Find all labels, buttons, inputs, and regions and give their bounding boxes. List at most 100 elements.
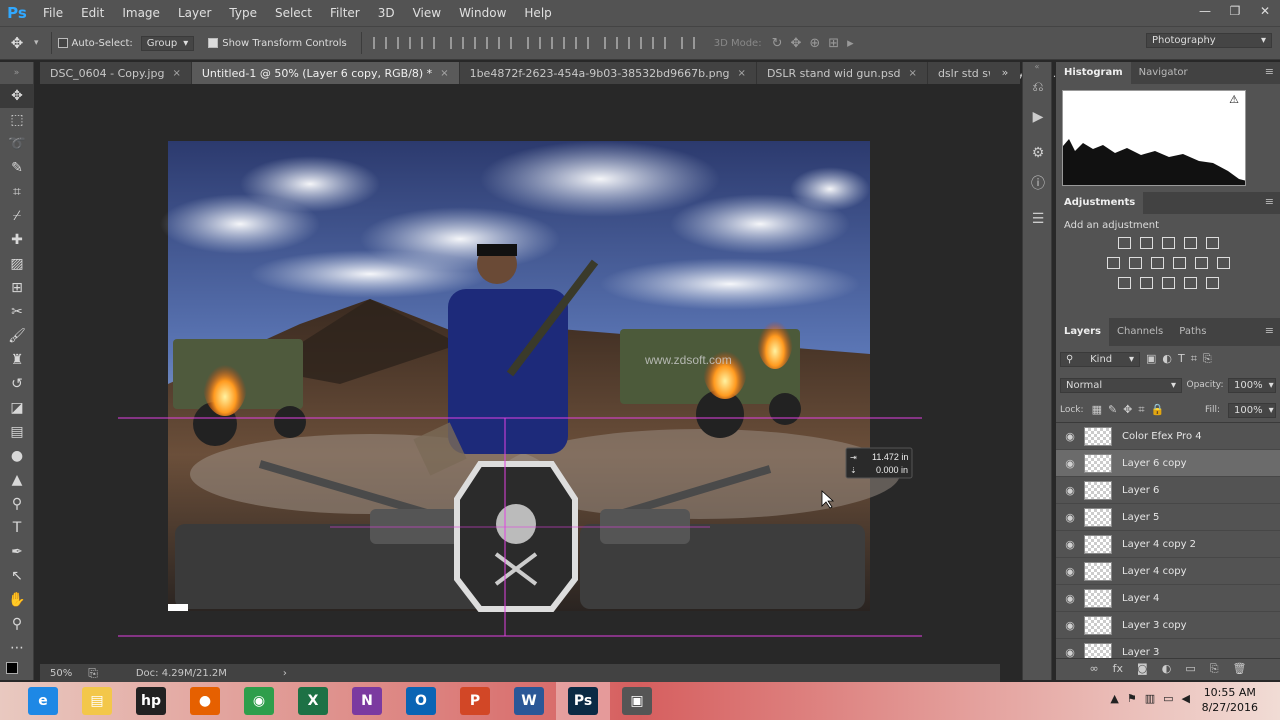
color-balance-icon[interactable] (1128, 257, 1142, 269)
close-tab-icon[interactable]: × (440, 68, 448, 79)
layer-row[interactable]: ◉ Layer 4 copy (1056, 558, 1280, 585)
eraser-tool-icon[interactable]: ◪ (0, 396, 34, 420)
collapse-icon[interactable]: » (0, 62, 33, 84)
path-selection-tool-icon[interactable]: ↖ (0, 564, 34, 588)
document-tab[interactable]: DSLR stand wid gun.psd × (757, 62, 928, 84)
menu-filter[interactable]: Filter (321, 0, 369, 26)
visibility-eye-icon[interactable]: ◉ (1056, 565, 1084, 578)
document-canvas[interactable]: www.zdsoft.com ⇥ ⇣ 11.472 in 0.000 in (40, 84, 1000, 664)
hue-saturation-icon[interactable] (1106, 257, 1120, 269)
tab-layers[interactable]: Layers (1056, 318, 1109, 346)
visibility-eye-icon[interactable]: ◉ (1056, 646, 1084, 659)
move-tool-icon[interactable]: ✥ (0, 34, 34, 52)
taskbar-app[interactable]: N (340, 682, 394, 720)
patch-tool-icon[interactable]: ▨ (0, 252, 34, 276)
menu-image[interactable]: Image (113, 0, 169, 26)
visibility-eye-icon[interactable]: ◉ (1056, 592, 1084, 605)
collapse-icon[interactable]: « (1023, 62, 1051, 72)
distribute-bottom-icon[interactable] (574, 37, 589, 49)
menu-type[interactable]: Type (220, 0, 266, 26)
levels-icon[interactable] (1139, 237, 1153, 249)
taskbar-app[interactable]: X (286, 682, 340, 720)
move-tool-icon[interactable]: ✥ (0, 84, 34, 108)
align-left-icon[interactable] (449, 37, 464, 49)
layer-comps-icon[interactable]: ☰ (1023, 204, 1053, 234)
volume-icon[interactable]: ◀ (1182, 692, 1190, 705)
gradient-map-icon[interactable] (1205, 277, 1219, 289)
adjustment-layer-icon[interactable]: ◐ (1162, 662, 1172, 675)
red-eye-tool-icon[interactable]: ✂ (0, 300, 34, 324)
menu-window[interactable]: Window (450, 0, 515, 26)
menu-help[interactable]: Help (515, 0, 560, 26)
blur-tool-icon[interactable]: ● (0, 444, 34, 468)
warning-icon[interactable]: ⚠ (1229, 93, 1239, 106)
taskbar-app[interactable]: Ps (556, 682, 610, 720)
document-tab[interactable]: DSC_0604 - Copy.jpg × (40, 62, 192, 84)
tool-preset-chevron-icon[interactable]: ▾ (34, 38, 39, 48)
info-icon[interactable]: ⓘ (1023, 168, 1053, 198)
tabs-overflow-button[interactable]: » (990, 62, 1020, 84)
hand-tool-icon[interactable]: ✋ (0, 588, 34, 612)
vibrance-icon[interactable] (1205, 237, 1219, 249)
history-brush-tool-icon[interactable]: ↺ (0, 372, 34, 396)
taskbar-app[interactable]: ◉ (232, 682, 286, 720)
photo-filter-icon[interactable] (1172, 257, 1186, 269)
history-icon[interactable]: ⎌ (1023, 72, 1053, 102)
layer-row[interactable]: ◉ Layer 3 (1056, 639, 1280, 658)
quick-select-tool-icon[interactable]: ✎ (0, 156, 34, 180)
taskbar-app[interactable]: e (16, 682, 70, 720)
distribute-vcenter-icon[interactable] (550, 37, 565, 49)
color-lookup-icon[interactable] (1216, 257, 1230, 269)
align-bottom-icon[interactable] (420, 37, 435, 49)
gradient-tool-icon[interactable]: ▤ (0, 420, 34, 444)
tab-histogram[interactable]: Histogram (1056, 62, 1131, 84)
visibility-eye-icon[interactable]: ◉ (1056, 457, 1084, 470)
tab-adjustments[interactable]: Adjustments (1056, 192, 1144, 214)
add-mask-icon[interactable]: ◙ (1137, 662, 1148, 675)
document-tab[interactable]: 1be4872f-2623-454a-9b03-38532bd9667b.png… (460, 62, 757, 84)
auto-select-target-dropdown[interactable]: Group ▾ (140, 35, 195, 51)
align-vcenter-icon[interactable] (396, 37, 411, 49)
exposure-icon[interactable] (1183, 237, 1197, 249)
tab-channels[interactable]: Channels (1109, 318, 1171, 346)
selective-color-icon[interactable] (1183, 277, 1197, 289)
distribute-left-icon[interactable] (603, 37, 618, 49)
visibility-eye-icon[interactable]: ◉ (1056, 511, 1084, 524)
layer-row[interactable]: ◉ Layer 3 copy (1056, 612, 1280, 639)
panel-menu-icon[interactable]: ≡ (1265, 195, 1274, 208)
menu-view[interactable]: View (404, 0, 450, 26)
trash-icon[interactable]: 🗑 (1233, 662, 1247, 675)
distribute-top-icon[interactable] (526, 37, 541, 49)
minimize-button[interactable]: — (1190, 0, 1220, 26)
export-icon[interactable]: ⎘ (88, 666, 98, 681)
zoom-level[interactable]: 50% (50, 668, 72, 679)
invert-icon[interactable] (1117, 277, 1131, 289)
close-tab-icon[interactable]: × (909, 68, 917, 79)
properties-icon[interactable]: ⚙ (1023, 138, 1053, 168)
taskbar-app[interactable]: ● (178, 682, 232, 720)
link-layers-icon[interactable]: ∞ (1089, 662, 1098, 675)
lock-icons[interactable]: ▦✎✥⌗🔒 (1092, 403, 1171, 417)
layer-row[interactable]: ◉ Layer 5 (1056, 504, 1280, 531)
fill-input[interactable]: 100% ▾ (1228, 402, 1276, 418)
align-right-icon[interactable] (497, 37, 512, 49)
filter-kind-dropdown[interactable]: ⚲ Kind ▾ (1060, 351, 1140, 367)
blend-mode-dropdown[interactable]: Normal ▾ (1060, 377, 1182, 393)
align-top-icon[interactable] (372, 37, 387, 49)
black-white-icon[interactable] (1150, 257, 1164, 269)
posterize-icon[interactable] (1139, 277, 1153, 289)
taskbar-app[interactable]: W (502, 682, 556, 720)
close-window-button[interactable]: ✕ (1250, 0, 1280, 26)
canvas-area[interactable]: www.zdsoft.com ⇥ ⇣ 11.472 in 0.000 in (40, 84, 1000, 664)
taskbar-app[interactable]: ▣ (610, 682, 664, 720)
distribute-right-icon[interactable] (651, 37, 666, 49)
close-tab-icon[interactable]: × (172, 68, 180, 79)
foreground-color-swatch[interactable] (6, 662, 18, 674)
auto-align-icon[interactable] (680, 37, 695, 49)
taskbar-app[interactable]: ▤ (70, 682, 124, 720)
threshold-icon[interactable] (1161, 277, 1175, 289)
new-layer-icon[interactable]: ⎘ (1210, 662, 1219, 676)
tab-paths[interactable]: Paths (1171, 318, 1214, 346)
brush-tool-icon[interactable]: 🖌 (0, 324, 34, 348)
crop-tool-icon[interactable]: ⌗ (0, 180, 34, 204)
